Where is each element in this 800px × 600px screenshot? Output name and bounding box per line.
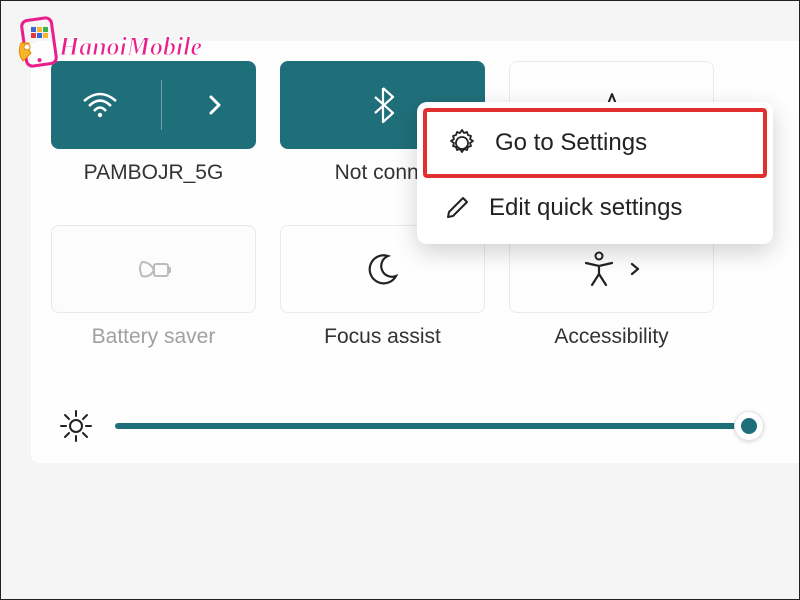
wifi-label: PAMBOJR_5G: [84, 161, 224, 185]
wifi-tile-wrap: PAMBOJR_5G: [51, 61, 256, 185]
wifi-icon: [82, 91, 118, 119]
brightness-slider[interactable]: [115, 423, 753, 429]
brightness-slider-row: [51, 409, 761, 443]
bluetooth-label: Not conne: [335, 161, 431, 185]
bluetooth-icon: [371, 86, 395, 124]
gear-icon: [447, 128, 477, 158]
battery-saver-tile[interactable]: [51, 225, 256, 313]
focus-label: Focus assist: [324, 325, 441, 349]
chevron-right-icon[interactable]: [628, 259, 642, 279]
accessibility-icon: [582, 251, 616, 287]
brightness-icon: [59, 409, 93, 443]
phone-repair-icon: [9, 15, 63, 79]
wifi-tile-divider: [161, 80, 162, 130]
battery-label: Battery saver: [92, 325, 216, 349]
battery-leaf-icon: [134, 254, 174, 284]
context-menu: Go to Settings Edit quick settings: [417, 102, 773, 244]
menu-edit-label: Edit quick settings: [489, 194, 682, 222]
menu-go-to-settings[interactable]: Go to Settings: [423, 108, 767, 178]
brightness-slider-thumb[interactable]: [734, 411, 764, 441]
moon-icon: [366, 252, 400, 286]
watermark-text: HanoiMobile: [59, 32, 202, 62]
chevron-right-icon[interactable]: [205, 91, 225, 119]
accessibility-label: Accessibility: [554, 325, 668, 349]
menu-edit-quick-settings[interactable]: Edit quick settings: [423, 178, 767, 238]
menu-settings-label: Go to Settings: [495, 129, 647, 157]
pencil-icon: [443, 194, 471, 222]
watermark-logo: HanoiMobile: [9, 15, 202, 79]
battery-tile-wrap: Battery saver: [51, 225, 256, 349]
